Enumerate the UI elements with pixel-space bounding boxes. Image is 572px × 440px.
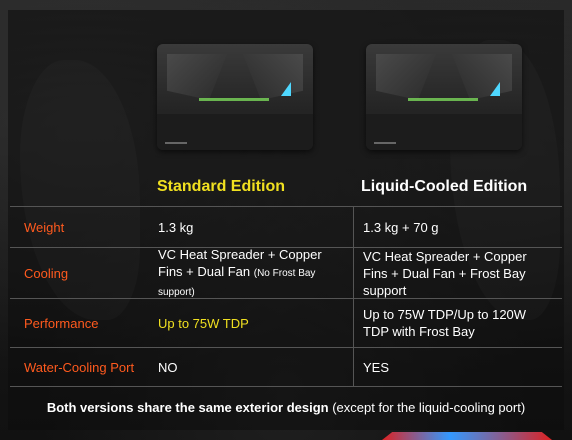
weight-standard: 1.3 kg — [158, 219, 194, 235]
decorative-edge — [382, 432, 552, 440]
water-port-liquid: YES — [363, 359, 390, 375]
footer-note: Both versions share the same exterior de… — [0, 400, 572, 415]
liquid-edition-header: Liquid-Cooled Edition — [361, 178, 528, 195]
spec-table: Weight 1.3 kg 1.3 kg + 70 g Cooling VC H… — [10, 206, 562, 387]
standard-edition-header: Standard Edition — [157, 178, 285, 195]
standard-laptop-image — [157, 44, 313, 150]
table-row-water-port: Water-Cooling Port NO YES — [10, 347, 562, 387]
footer-bold: Both versions share the same exterior de… — [46, 400, 329, 415]
liquid-laptop-image — [366, 44, 522, 150]
footer-rest: (except for the liquid-cooling port) — [328, 400, 526, 415]
weight-liquid: 1.3 kg + 70 g — [363, 219, 439, 235]
performance-liquid: Up to 75W TDP/Up to 120W TDP with Frost … — [363, 307, 527, 339]
table-row-performance: Performance Up to 75W TDP Up to 75W TDP/… — [10, 298, 562, 347]
cooling-liquid: VC Heat Spreader + Copper Fins + Dual Fa… — [363, 248, 527, 298]
row-label-weight: Weight — [24, 219, 65, 235]
water-port-standard: NO — [158, 359, 178, 375]
cooling-standard: VC Heat Spreader + Copper Fins + Dual Fa… — [158, 247, 348, 298]
performance-standard: Up to 75W TDP — [158, 315, 249, 331]
table-row-cooling: Cooling VC Heat Spreader + Copper Fins +… — [10, 247, 562, 298]
table-row-weight: Weight 1.3 kg 1.3 kg + 70 g — [10, 206, 562, 247]
row-label-water-port: Water-Cooling Port — [24, 359, 135, 375]
row-label-cooling: Cooling — [24, 265, 69, 281]
row-label-performance: Performance — [24, 315, 99, 331]
